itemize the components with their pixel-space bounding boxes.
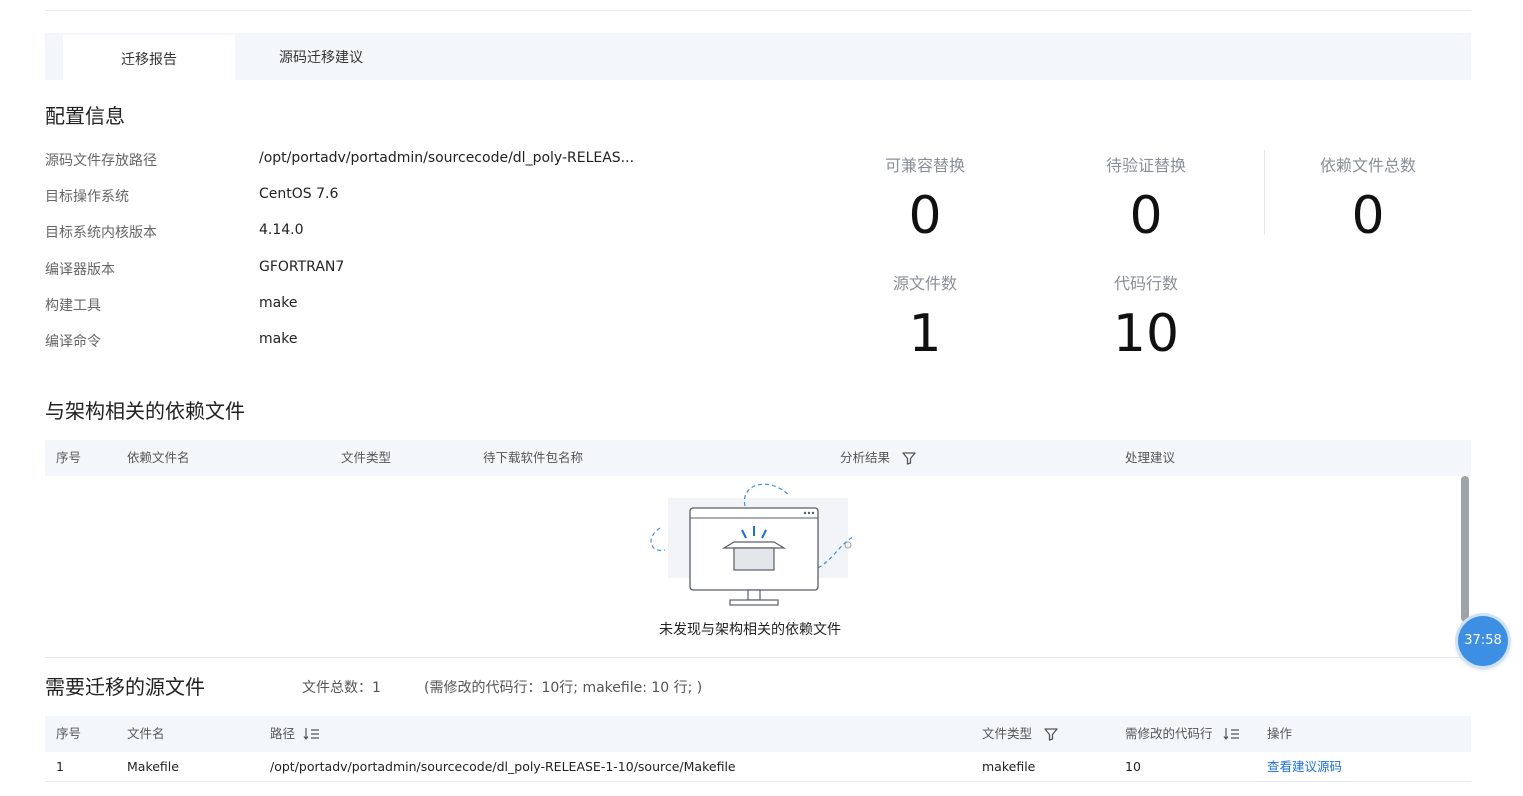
row-file-name: Makefile [127,759,179,774]
filter-icon[interactable] [1043,726,1059,742]
timer-badge[interactable]: 37:58 [1458,616,1508,666]
col-file-name: 文件名 [127,726,165,741]
stat-value-code-lines: 10 [1112,304,1180,364]
config-title: 配置信息 [45,104,125,128]
sort-icon[interactable] [303,726,321,742]
config-value-build-tool: make [259,295,298,311]
stat-value-compatible: 0 [908,186,942,246]
empty-state-text: 未发现与架构相关的依赖文件 [659,622,841,638]
sort-icon[interactable] [1223,726,1241,742]
col-index: 序号 [56,726,82,741]
col-file-type: 文件类型 [341,450,392,465]
config-value-kernel: 4.14.0 [259,222,304,238]
sources-line-detail: (需修改的代码行：10行; makefile: 10 行; ) [424,680,703,696]
col-file-type: 文件类型 [982,726,1033,741]
stat-label-compatible: 可兼容替换 [884,156,965,175]
config-value-compiler: GFORTRAN7 [259,259,345,275]
config-value-source-path: /opt/portadv/portadmin/sourcecode/dl_pol… [259,150,635,166]
filter-icon[interactable] [901,450,917,466]
sources-file-count: 文件总数：1 [302,680,381,696]
sources-table-header: 序号 文件名 路径 文件类型 需修改的代码行 操作 [45,716,1471,752]
col-analysis-result: 分析结果 [840,450,891,465]
col-suggestion: 处理建议 [1125,450,1176,465]
stat-label-pending: 待验证替换 [1105,156,1186,175]
scrollbar-thumb[interactable] [1461,476,1469,622]
table-bottom-divider [45,781,1471,782]
dependencies-title: 与架构相关的依赖文件 [45,399,245,423]
col-dependency-name: 依赖文件名 [127,450,190,465]
stat-label-code-lines: 代码行数 [1113,274,1178,293]
table-row: 1 Makefile /opt/portadv/portadmin/source… [45,752,1471,782]
config-label-build-command: 编译命令 [45,334,101,350]
config-value-target-os: CentOS 7.6 [259,186,339,202]
col-action: 操作 [1267,726,1293,741]
config-label-target-os: 目标操作系统 [45,189,129,205]
row-modified-lines: 10 [1125,759,1141,774]
config-label-kernel: 目标系统内核版本 [45,225,157,241]
stat-label-dependency-total: 依赖文件总数 [1319,156,1416,175]
stat-label-source-files: 源文件数 [892,274,957,293]
row-index: 1 [56,759,64,774]
sources-title: 需要迁移的源文件 [45,675,205,699]
row-file-type: makefile [982,759,1036,774]
col-modified-lines: 需修改的代码行 [1125,726,1213,741]
col-path: 路径 [270,726,296,741]
config-label-source-path: 源码文件存放路径 [45,153,157,169]
col-package-name: 待下载软件包名称 [483,450,584,465]
stats-divider [1264,150,1265,235]
tab-source-migration-suggestions[interactable]: 源码迁移建议 [235,33,407,80]
stat-value-source-files: 1 [908,304,942,364]
empty-illustration-icon [640,478,870,613]
tab-bar: 迁移报告 源码迁移建议 [45,33,1471,82]
config-value-build-command: make [259,331,298,347]
col-index: 序号 [56,450,82,465]
stat-value-dependency-total: 0 [1351,186,1385,246]
config-label-compiler: 编译器版本 [45,262,115,278]
dependencies-table-header: 序号 依赖文件名 文件类型 待下载软件包名称 分析结果 处理建议 [45,440,1471,476]
view-suggested-source-link[interactable]: 查看建议源码 [1267,752,1342,782]
stat-value-pending: 0 [1129,186,1163,246]
top-divider [45,10,1471,11]
row-path: /opt/portadv/portadmin/sourcecode/dl_pol… [270,759,736,774]
config-label-build-tool: 构建工具 [45,298,101,314]
tab-migration-report[interactable]: 迁移报告 [63,33,235,82]
dependencies-bottom-divider [45,657,1471,658]
